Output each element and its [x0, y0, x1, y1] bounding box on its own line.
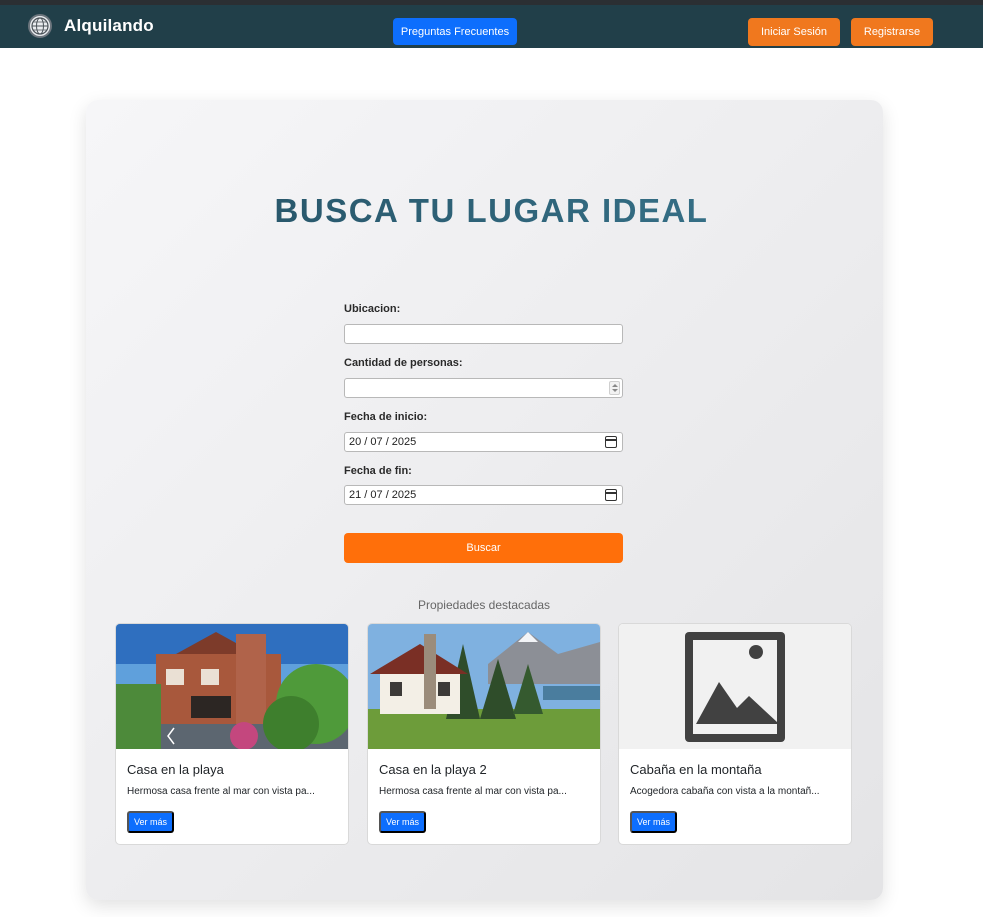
- start-date-input[interactable]: 20 / 07 / 2025: [344, 432, 623, 452]
- mountain-cabin-photo[interactable]: [368, 624, 600, 749]
- property-card: Casa en la playa Hermosa casa frente al …: [115, 623, 349, 845]
- brand-name[interactable]: Alquilando: [64, 16, 154, 36]
- people-label: Cantidad de personas:: [344, 357, 463, 369]
- view-more-button[interactable]: Ver más: [630, 811, 677, 833]
- location-label: Ubicacion:: [344, 303, 401, 315]
- card-description: Hermosa casa frente al mar con vista pa.…: [127, 786, 315, 797]
- property-card: Cabaña en la montaña Acogedora cabaña co…: [618, 623, 852, 845]
- people-input[interactable]: [344, 378, 623, 398]
- image-placeholder-icon[interactable]: [619, 624, 851, 749]
- end-date-value: 21 / 07 / 2025: [349, 489, 417, 501]
- end-date-label: Fecha de fin:: [344, 465, 412, 477]
- navbar: Alquilando Preguntas Frecuentes Iniciar …: [0, 5, 983, 48]
- login-button[interactable]: Iniciar Sesión: [748, 18, 840, 46]
- hero-title: BUSCA TU LUGAR IDEAL: [0, 192, 983, 230]
- globe-icon: [28, 14, 52, 38]
- card-title: Casa en la playa: [127, 762, 224, 777]
- location-input[interactable]: [344, 324, 623, 344]
- card-description: Acogedora cabaña con vista a la montañ..…: [630, 786, 820, 797]
- number-stepper-icon[interactable]: [609, 381, 620, 395]
- start-date-value: 20 / 07 / 2025: [349, 436, 417, 448]
- card-title: Cabaña en la montaña: [630, 762, 762, 777]
- card-title: Casa en la playa 2: [379, 762, 487, 777]
- view-more-button[interactable]: Ver más: [379, 811, 426, 833]
- register-button[interactable]: Registrarse: [851, 18, 933, 46]
- view-more-button[interactable]: Ver más: [127, 811, 174, 833]
- brand[interactable]: Alquilando: [28, 14, 154, 38]
- search-button[interactable]: Buscar: [344, 533, 623, 563]
- faq-button[interactable]: Preguntas Frecuentes: [393, 18, 517, 45]
- featured-title: Propiedades destacadas: [417, 598, 551, 612]
- start-date-label: Fecha de inicio:: [344, 411, 428, 423]
- card-description: Hermosa casa frente al mar con vista pa.…: [379, 786, 567, 797]
- end-date-input[interactable]: 21 / 07 / 2025: [344, 485, 623, 505]
- property-card: Casa en la playa 2 Hermosa casa frente a…: [367, 623, 601, 845]
- calendar-icon[interactable]: [605, 489, 617, 501]
- calendar-icon[interactable]: [605, 436, 617, 448]
- house-photo[interactable]: [116, 624, 348, 749]
